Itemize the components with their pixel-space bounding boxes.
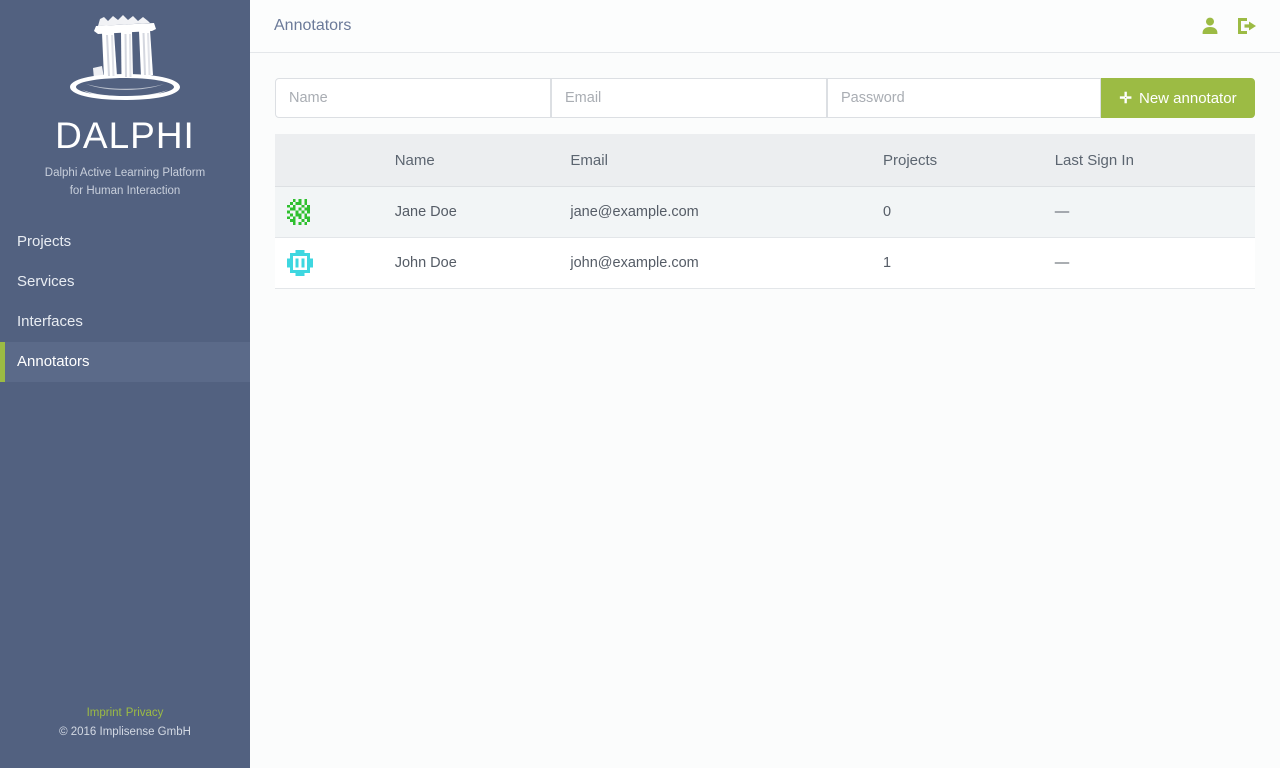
new-annotator-form: ✛ New annotator: [275, 78, 1255, 118]
imprint-link[interactable]: Imprint: [87, 707, 122, 719]
sidebar-item-services[interactable]: Services: [0, 262, 250, 302]
new-annotator-button[interactable]: ✛ New annotator: [1101, 78, 1255, 118]
annotators-table: Name Email Projects Last Sign In Jane Do…: [275, 134, 1255, 289]
content-area: ✛ New annotator Name Email Projects Last…: [250, 53, 1280, 289]
table-row[interactable]: Jane Doe jane@example.com 0 —: [275, 186, 1255, 238]
plus-icon: ✛: [1119, 89, 1132, 107]
cell-last-sign-in: —: [1044, 237, 1255, 289]
column-header-email: Email: [560, 134, 873, 187]
cell-last-sign-in: —: [1044, 186, 1255, 238]
sidebar-nav: Projects Services Interfaces Annotators: [0, 222, 250, 382]
sidebar: DALPHI Dalphi Active Learning Platform f…: [0, 0, 250, 768]
privacy-link[interactable]: Privacy: [126, 707, 164, 719]
greek-temple-ruin-logo-icon: [70, 15, 180, 100]
column-header-last-sign-in: Last Sign In: [1044, 134, 1255, 187]
column-header-name: Name: [384, 134, 561, 187]
name-input[interactable]: [275, 78, 551, 118]
email-input[interactable]: [551, 78, 827, 118]
sidebar-item-projects[interactable]: Projects: [0, 222, 250, 262]
table-row[interactable]: John Doe john@example.com 1 —: [275, 237, 1255, 289]
sign-out-icon[interactable]: [1236, 16, 1258, 36]
brand-block: DALPHI Dalphi Active Learning Platform f…: [0, 0, 250, 200]
brand-subtitle-line-2: for Human Interaction: [69, 185, 181, 197]
brand-subtitle: Dalphi Active Learning Platform for Huma…: [0, 164, 250, 200]
app-root: DALPHI Dalphi Active Learning Platform f…: [0, 0, 1280, 768]
sidebar-footer: Imprint Privacy © 2016 Implisense GmbH: [0, 704, 250, 768]
avatar-cell: [275, 186, 385, 238]
cell-name: Jane Doe: [384, 186, 561, 238]
cell-projects: 0: [872, 186, 1045, 238]
column-header-avatar: [275, 134, 385, 187]
table-head: Name Email Projects Last Sign In: [275, 134, 1255, 187]
user-icon[interactable]: [1200, 16, 1220, 36]
sidebar-item-interfaces[interactable]: Interfaces: [0, 302, 250, 342]
main-area: Annotators ✛ New annotator: [250, 0, 1280, 768]
footer-links: Imprint Privacy: [0, 704, 250, 723]
brand-subtitle-line-1: Dalphi Active Learning Platform: [44, 167, 206, 179]
identicon-avatar: [287, 199, 311, 225]
copyright-text: © 2016 Implisense GmbH: [59, 726, 191, 738]
brand-title: DALPHI: [55, 115, 195, 156]
column-header-projects: Projects: [872, 134, 1045, 187]
password-input[interactable]: [827, 78, 1101, 118]
new-annotator-button-label: New annotator: [1139, 89, 1237, 107]
header-actions: [1200, 16, 1258, 36]
identicon-avatar: [287, 250, 313, 276]
top-header-bar: Annotators: [250, 0, 1280, 53]
cell-name: John Doe: [384, 237, 561, 289]
sidebar-item-annotators[interactable]: Annotators: [0, 342, 250, 382]
table-header-row: Name Email Projects Last Sign In: [275, 134, 1255, 187]
avatar-cell: [275, 237, 385, 289]
cell-email: john@example.com: [560, 237, 873, 289]
cell-email: jane@example.com: [560, 186, 873, 238]
dalphi-logo: [0, 6, 250, 110]
table-body: Jane Doe jane@example.com 0 — John Doe j…: [275, 186, 1255, 289]
cell-projects: 1: [872, 237, 1045, 289]
page-title: Annotators: [274, 17, 352, 34]
